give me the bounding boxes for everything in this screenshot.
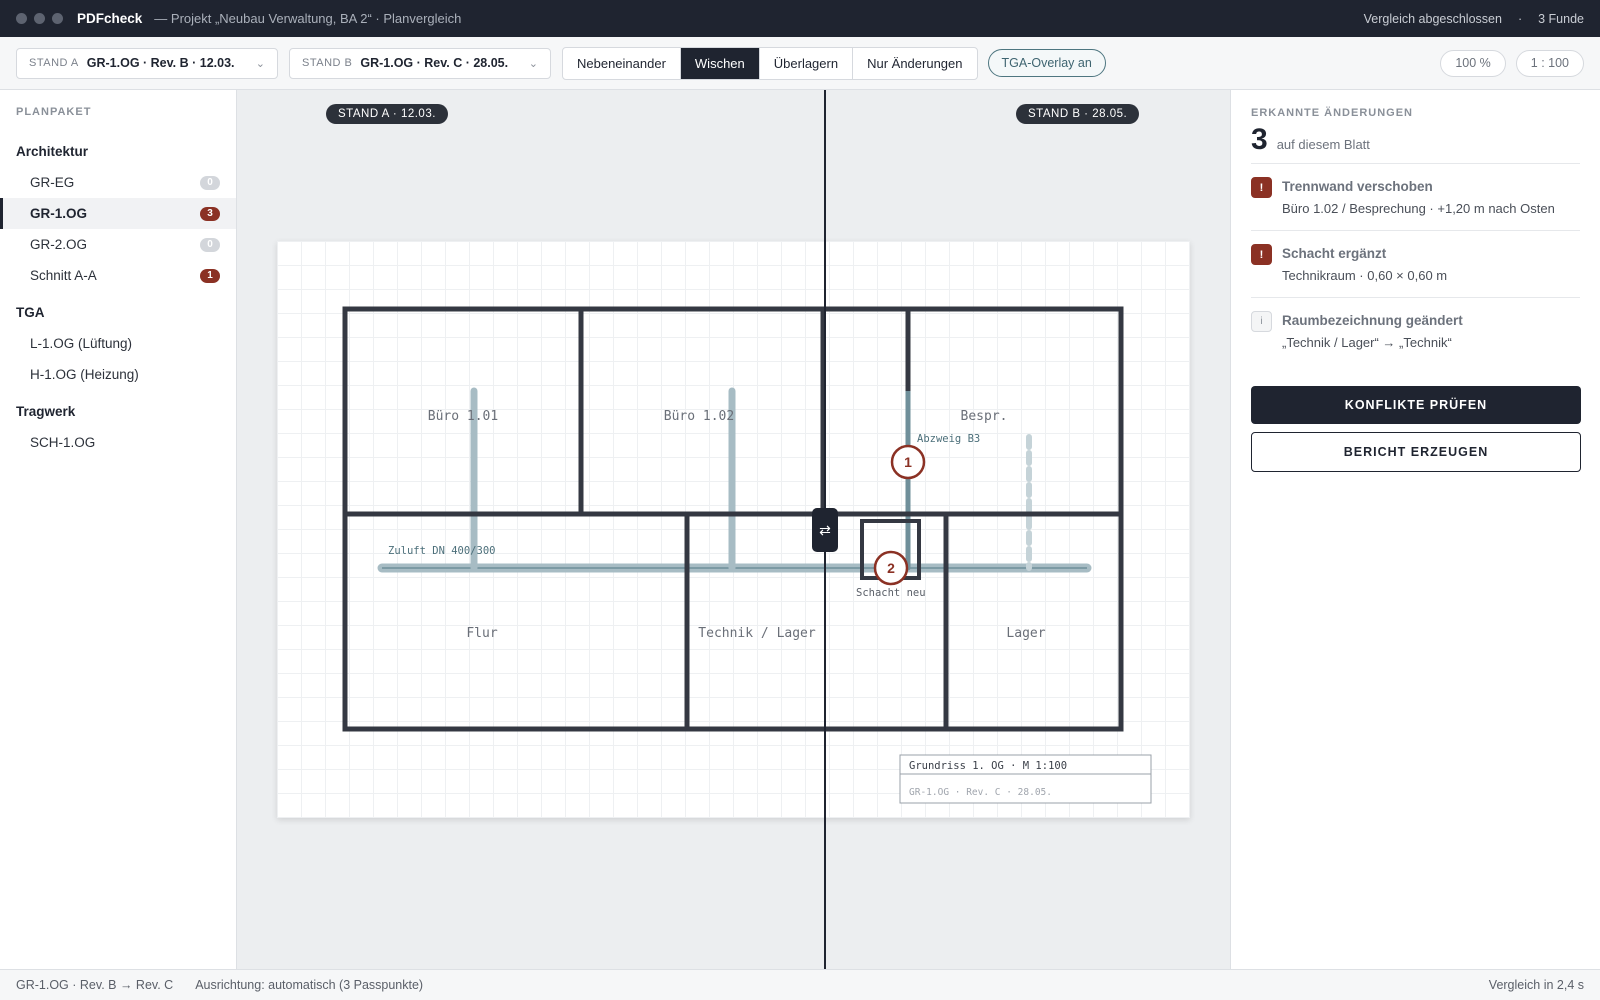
compare-mode-switch: Nebeneinander Wischen Überlagern Nur Änd…: [562, 46, 978, 80]
title-block-line-2: GR-1.OG · Rev. C · 28.05.: [909, 787, 1052, 798]
change-item[interactable]: i Raumbezeichnung geändert „Technik / La…: [1251, 298, 1580, 364]
room-label-lager: Lager: [1006, 626, 1045, 641]
stand-a-label: STAND A: [29, 57, 79, 69]
sidebar-item-h-1og[interactable]: H-1.OG (Heizung): [0, 359, 236, 390]
zoom-level-button[interactable]: 100 %: [1440, 49, 1506, 77]
room-label-technik-lager: Technik / Lager: [698, 626, 816, 641]
mode-changes-only-button[interactable]: Nur Änderungen: [853, 48, 976, 79]
revision-status: GR-1.OG · Rev. B → Rev. C: [16, 978, 174, 992]
status-bar: GR-1.OG · Rev. B → Rev. C Ausrichtung: a…: [0, 969, 1600, 1000]
change-title: Trennwand verschoben: [1282, 179, 1433, 194]
change-title: Raumbezeichnung geändert: [1282, 313, 1463, 328]
change-item[interactable]: ! Schacht ergänzt Technikraum · 0,60 × 0…: [1251, 231, 1580, 298]
stand-b-tag: STAND B · 28.05.: [1016, 104, 1140, 124]
marker-number: 1: [904, 454, 912, 470]
changes-count: 3: [1251, 123, 1268, 156]
info-icon: i: [1251, 311, 1272, 332]
stand-a-tag: STAND A · 12.03.: [326, 104, 448, 124]
sidebar: PLANPAKET Architektur GR-EG 0 GR-1.OG 3 …: [0, 90, 237, 969]
title-bar: PDFcheck — Projekt „Neubau Verwaltung, B…: [0, 0, 1600, 37]
sidebar-group-tga: TGA: [16, 305, 45, 320]
mode-side-by-side-button[interactable]: Nebeneinander: [563, 47, 681, 79]
duct-label: Zuluft DN 400/300: [388, 545, 495, 557]
title-status: Vergleich abgeschlossen · 3 Funde: [1364, 12, 1584, 26]
plan-sheet: Büro 1.01 Büro 1.02 Bespr. Flur Technik …: [277, 241, 1190, 818]
stand-a-value: GR-1.OG · Rev. B · 12.03.: [86, 56, 235, 70]
sidebar-item-gr-eg[interactable]: GR-EG 0: [0, 167, 236, 198]
branch-label: Abzweig B3: [917, 433, 980, 445]
stand-b-value: GR-1.OG · Rev. C · 28.05.: [360, 56, 509, 70]
window-controls: [16, 13, 63, 24]
sidebar-item-label: SCH-1.OG: [30, 435, 96, 450]
sidebar-heading: PLANPAKET: [16, 106, 92, 118]
sidebar-item-label: L-1.OG (Lüftung): [30, 336, 133, 351]
sidebar-group-architektur: Architektur: [16, 144, 89, 159]
document-title: — Projekt „Neubau Verwaltung, BA 2“ · Pl…: [154, 11, 462, 26]
toolbar: STAND A GR-1.OG · Rev. B · 12.03. ⌄ STAN…: [0, 37, 1600, 90]
count-badge: 0: [200, 175, 220, 190]
sidebar-item-label: H-1.OG (Heizung): [30, 367, 139, 382]
change-item[interactable]: ! Trennwand verschoben Büro 1.02 / Bespr…: [1251, 164, 1580, 231]
title-block: Grundriss 1. OG · M 1:100 GR-1.OG · Rev.…: [899, 754, 1152, 804]
shaft-label: Schacht neu: [856, 587, 926, 599]
room-label-buero-102: Büro 1.02: [664, 409, 734, 424]
scale-button[interactable]: 1 : 100: [1515, 49, 1584, 77]
sidebar-item-schnitt-a-a[interactable]: Schnitt A-A 1: [0, 260, 236, 291]
room-label-flur: Flur: [466, 626, 497, 641]
room-label-bespr: Bespr.: [961, 409, 1008, 424]
sidebar-item-l-1og[interactable]: L-1.OG (Lüftung): [0, 328, 236, 359]
status-separator: ·: [1517, 11, 1523, 26]
room-label-buero-101: Büro 1.01: [428, 409, 498, 424]
findings-count: 3 Funde: [1538, 11, 1584, 26]
change-marker-2[interactable]: 2: [873, 550, 909, 586]
sidebar-item-label: GR-EG: [30, 175, 75, 190]
sidebar-item-gr-2og[interactable]: GR-2.OG 0: [0, 229, 236, 260]
change-title: Schacht ergänzt: [1282, 246, 1387, 261]
mode-swipe-button[interactable]: Wischen: [680, 47, 760, 79]
sidebar-item-label: GR-1.OG: [30, 206, 88, 221]
mode-overlay-button[interactable]: Überlagern: [760, 47, 854, 79]
check-conflicts-button[interactable]: KONFLIKTE PRÜFEN: [1251, 386, 1581, 424]
chevron-down-icon: ⌄: [528, 57, 538, 70]
duration-status: Vergleich in 2,4 s: [1488, 978, 1584, 992]
sidebar-item-label: Schnitt A-A: [30, 268, 97, 283]
chevron-down-icon: ⌄: [255, 57, 265, 70]
maximize-window-icon[interactable]: [52, 13, 63, 24]
marker-number: 2: [887, 560, 895, 576]
change-detail: Büro 1.02 / Besprechung · +1,20 m nach O…: [1282, 201, 1555, 216]
minimize-window-icon[interactable]: [34, 13, 45, 24]
change-detail: „Technik / Lager“ → „Technik“: [1282, 335, 1452, 350]
tga-overlay-toggle[interactable]: TGA-Overlay an: [987, 49, 1106, 77]
sidebar-item-label: GR-2.OG: [30, 237, 88, 252]
floor-plan: Büro 1.01 Büro 1.02 Bespr. Flur Technik …: [342, 306, 1152, 804]
change-detail: Technikraum · 0,60 × 0,60 m: [1282, 268, 1448, 283]
changes-heading: ERKANNTE ÄNDERUNGEN: [1251, 107, 1414, 119]
sidebar-item-gr-1og[interactable]: GR-1.OG 3: [0, 198, 236, 229]
stand-a-select[interactable]: STAND A GR-1.OG · Rev. B · 12.03. ⌄: [16, 47, 278, 79]
alignment-status: Ausrichtung: automatisch (3 Passpunkte): [195, 978, 424, 992]
count-badge: 3: [200, 206, 220, 221]
create-report-button[interactable]: BERICHT ERZEUGEN: [1251, 432, 1581, 472]
stand-b-label: STAND B: [302, 57, 353, 69]
changes-panel: ERKANNTE ÄNDERUNGEN 3 auf diesem Blatt !…: [1230, 90, 1600, 969]
swipe-handle-icon[interactable]: ⇄: [812, 508, 838, 552]
sidebar-item-sch-1og[interactable]: SCH-1.OG: [0, 427, 236, 458]
changes-count-text: auf diesem Blatt: [1276, 137, 1370, 152]
title-block-line-1: Grundriss 1. OG · M 1:100: [909, 760, 1067, 772]
changes-summary: 3 auf diesem Blatt: [1251, 123, 1580, 164]
count-badge: 0: [200, 237, 220, 252]
close-window-icon[interactable]: [16, 13, 27, 24]
sidebar-group-tragwerk: Tragwerk: [16, 404, 76, 419]
change-marker-1[interactable]: 1: [890, 444, 926, 480]
warning-icon: !: [1251, 244, 1272, 265]
app-name: PDFcheck: [77, 11, 143, 26]
plan-canvas[interactable]: STAND A · 12.03. STAND B · 28.05. Büro 1…: [237, 90, 1230, 969]
stand-b-select[interactable]: STAND B GR-1.OG · Rev. C · 28.05. ⌄: [289, 47, 551, 79]
warning-icon: !: [1251, 177, 1272, 198]
count-badge: 1: [200, 268, 220, 283]
view-tools: 100 % 1 : 100: [1440, 49, 1584, 77]
comparison-status: Vergleich abgeschlossen: [1363, 11, 1502, 26]
